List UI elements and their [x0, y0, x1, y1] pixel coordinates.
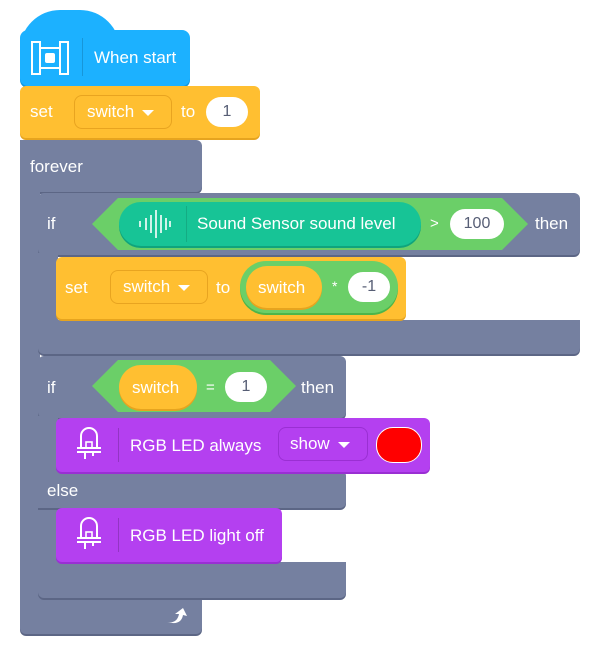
else-keyword: else: [47, 481, 79, 500]
led-off-label: RGB LED light off: [130, 526, 264, 545]
led-icon-2: [77, 517, 101, 549]
compare-input[interactable]: 1: [225, 372, 267, 402]
led-off-separator: [118, 518, 119, 552]
if-keyword-2: if: [47, 378, 56, 397]
if-sound-arm: [38, 253, 58, 323]
sensor-separator: [186, 206, 187, 242]
hat-label: When start: [94, 48, 177, 67]
led-mode-dropdown[interactable]: show: [278, 427, 368, 461]
to-keyword: to: [181, 102, 196, 121]
threshold-input[interactable]: 100: [450, 209, 504, 239]
chevron-down-icon: [142, 109, 155, 116]
switch-reporter-2-label: switch: [132, 378, 180, 397]
forever-arm: [20, 190, 40, 600]
else-section: [38, 470, 346, 508]
chevron-down-icon: [337, 441, 350, 448]
loop-arrow-icon: [167, 608, 187, 624]
start-icon: [31, 41, 69, 75]
variable-dropdown-label: switch: [87, 102, 135, 121]
value-input[interactable]: 1: [206, 97, 248, 127]
chevron-down-icon: [178, 284, 191, 291]
forever-label: forever: [30, 157, 83, 176]
operator-multiply: *: [332, 278, 338, 294]
led-color-picker[interactable]: [376, 427, 422, 463]
led-show-label: RGB LED always: [130, 436, 262, 455]
sensor-label: Sound Sensor sound level: [197, 214, 396, 233]
led-mode-label: show: [290, 434, 330, 453]
operator-equals: =: [206, 379, 215, 396]
then-keyword: then: [535, 214, 569, 233]
switch-reporter-label: switch: [258, 278, 306, 297]
set-keyword-2: set: [65, 278, 88, 297]
if-sound-bottom: [38, 320, 580, 354]
multiplier-input[interactable]: -1: [348, 272, 390, 302]
led-icon: [77, 427, 101, 459]
to-keyword-2: to: [216, 278, 231, 297]
set-keyword: set: [30, 102, 53, 121]
then-keyword-2: then: [301, 378, 335, 397]
if-keyword: if: [47, 214, 56, 233]
if-else-bottom: [38, 562, 346, 598]
led-separator: [118, 428, 119, 462]
sound-wave-icon: [139, 210, 171, 238]
variable-dropdown-2[interactable]: switch: [110, 270, 208, 304]
variable-dropdown-2-label: switch: [123, 277, 171, 296]
operator-gt: >: [430, 215, 439, 232]
variable-dropdown[interactable]: switch: [74, 95, 172, 129]
hat-separator: [82, 38, 83, 76]
